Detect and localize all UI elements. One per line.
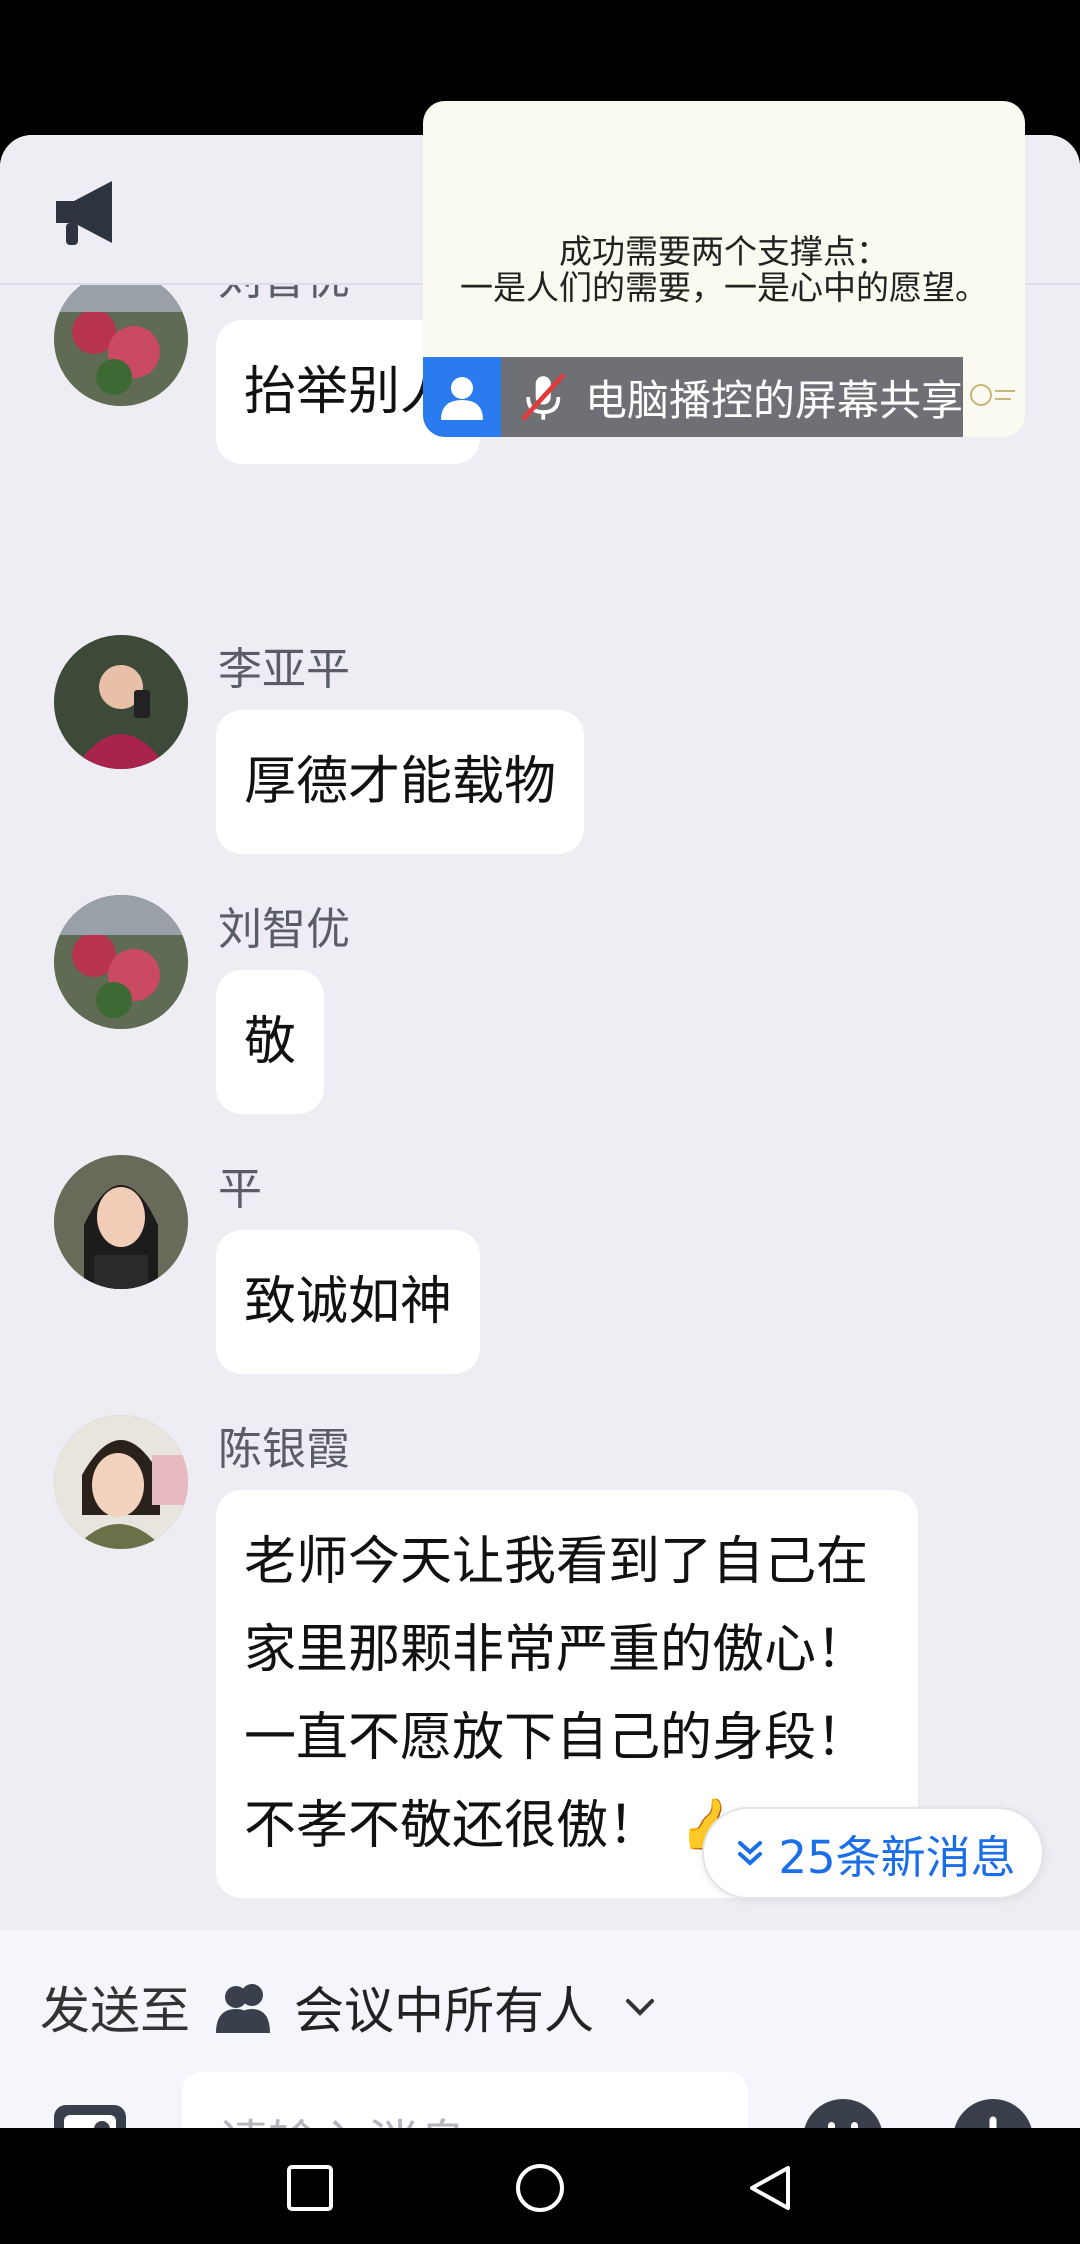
message-text-line: 老师今天让我看到了自己在: [244, 1532, 869, 1592]
send-to-selector[interactable]: 发送至 会议中所有人: [40, 1972, 662, 2042]
home-circle-icon[interactable]: [514, 2162, 566, 2214]
message-text: 抬举别人: [244, 362, 453, 422]
avatar[interactable]: [54, 635, 188, 769]
recents-square-icon[interactable]: [284, 2162, 336, 2214]
composer: 发送至 会议中所有人 请输入消息...: [0, 1930, 1080, 2128]
new-messages-button[interactable]: 25条新消息: [702, 1807, 1044, 1899]
avatar[interactable]: [54, 1415, 188, 1549]
recipient-label: 会议中所有人: [294, 1982, 594, 2040]
avatar[interactable]: [54, 1155, 188, 1289]
shared-screen-content: 成功需要两个支撑点： 一是人们的需要，一是心中的愿望。: [423, 234, 1025, 306]
plus-icon[interactable]: [952, 2098, 1034, 2128]
send-to-label: 发送至: [40, 1982, 190, 2040]
share-status-bar: 电脑播控的屏幕共享: [423, 357, 963, 437]
shared-text-line: 一是人们的需要，一是心中的愿望。: [460, 268, 988, 307]
sender-name: 刘智优: [218, 285, 350, 310]
message-text-line: 家里那颗非常严重的傲心！: [244, 1620, 869, 1680]
watermark-logo: [970, 384, 1015, 406]
chevron-down-icon: [626, 1999, 654, 2016]
back-triangle-icon[interactable]: [744, 2162, 796, 2214]
megaphone-icon[interactable]: [52, 171, 134, 253]
message-text: 厚德才能载物: [244, 752, 557, 812]
avatar[interactable]: [54, 285, 188, 406]
system-nav-bar: [0, 2128, 1080, 2244]
sender-name: 刘智优: [218, 904, 350, 955]
sender-name: 李亚平: [218, 644, 350, 695]
people-icon: [216, 1984, 270, 2033]
user-icon: [440, 377, 483, 420]
presenter-avatar: [423, 357, 501, 437]
message-text: 敬: [244, 1012, 297, 1072]
message-text-line: 一直不愿放下自己的身段！: [244, 1708, 869, 1768]
message-input-placeholder: 请输入消息...: [218, 2104, 516, 2128]
message-bubble[interactable]: 厚德才能载物: [216, 710, 585, 854]
sender-name: 平: [218, 1164, 262, 1215]
emoji-icon[interactable]: [802, 2098, 884, 2128]
mic-muted-icon: [521, 373, 565, 421]
avatar[interactable]: [54, 895, 188, 1029]
double-chevron-down-icon: [738, 1841, 763, 1866]
message-text: 不孝不敬还很傲！: [244, 1796, 661, 1856]
message-text: 致诚如神: [244, 1272, 453, 1332]
message-input[interactable]: 请输入消息...: [182, 2072, 748, 2128]
shared-text-line: 成功需要两个支撑点：: [559, 232, 889, 271]
message-list[interactable]: 刘智优 抬举别人 李亚平 厚德才能载物 刘智优 敬 平 致诚如神: [0, 285, 1080, 1930]
message-bubble[interactable]: 敬: [216, 970, 325, 1114]
image-icon[interactable]: [52, 2103, 128, 2128]
message-bubble[interactable]: 致诚如神: [216, 1230, 481, 1374]
screen-share-window[interactable]: 成功需要两个支撑点： 一是人们的需要，一是心中的愿望。 电脑播控的屏幕共享: [423, 101, 1025, 437]
sender-name: 陈银霞: [218, 1424, 350, 1475]
share-label: 电脑播控的屏幕共享: [584, 375, 963, 425]
new-messages-label: 25条新消息: [778, 1830, 1016, 1884]
